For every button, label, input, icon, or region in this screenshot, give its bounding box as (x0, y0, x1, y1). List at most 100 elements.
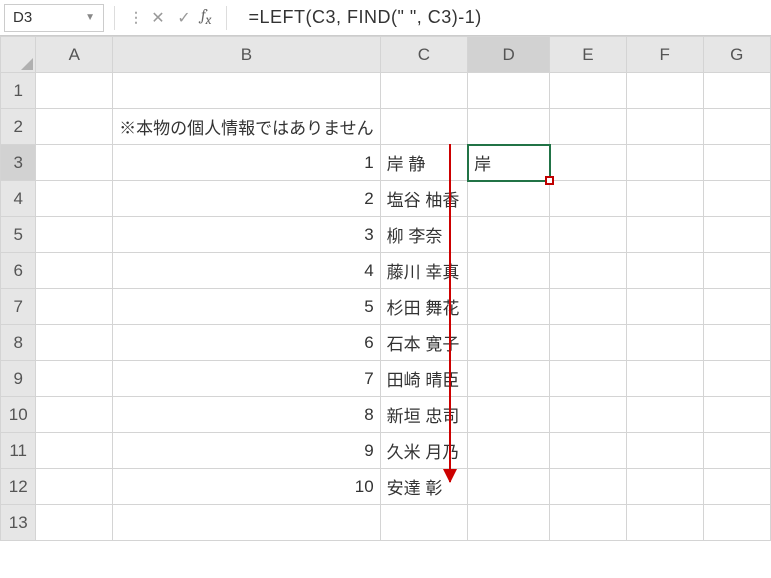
cell[interactable] (703, 109, 770, 145)
cell[interactable] (380, 505, 467, 541)
cell[interactable]: 3 (113, 217, 381, 253)
cell[interactable] (550, 109, 627, 145)
cell[interactable] (550, 73, 627, 109)
row-head[interactable]: 4 (1, 181, 36, 217)
cell[interactable] (550, 397, 627, 433)
cell[interactable]: 2 (113, 181, 381, 217)
cell[interactable] (36, 73, 113, 109)
col-head-C[interactable]: C (380, 37, 467, 73)
cell[interactable]: 柳 李奈 (380, 217, 467, 253)
select-all-corner[interactable] (1, 37, 36, 73)
name-box[interactable]: D3 ▼ (4, 4, 104, 32)
cell[interactable] (468, 469, 550, 505)
cell[interactable] (468, 325, 550, 361)
row-head[interactable]: 2 (1, 109, 36, 145)
row-head[interactable]: 13 (1, 505, 36, 541)
col-head-G[interactable]: G (703, 37, 770, 73)
col-head-B[interactable]: B (113, 37, 381, 73)
cell[interactable] (113, 505, 381, 541)
cell[interactable]: 田崎 晴臣 (380, 361, 467, 397)
cell[interactable] (36, 109, 113, 145)
cell[interactable] (550, 145, 627, 181)
cell[interactable]: 久米 月乃 (380, 433, 467, 469)
cell[interactable] (380, 109, 467, 145)
cell[interactable] (550, 469, 627, 505)
check-icon[interactable]: ✓ (171, 8, 197, 28)
cell[interactable] (550, 505, 627, 541)
cell[interactable]: 岸 静 (380, 145, 467, 181)
cell[interactable] (36, 217, 113, 253)
col-head-A[interactable]: A (36, 37, 113, 73)
row-head[interactable]: 7 (1, 289, 36, 325)
cell[interactable] (468, 505, 550, 541)
cell[interactable] (113, 73, 381, 109)
formula-input[interactable] (237, 4, 768, 32)
cell[interactable] (550, 289, 627, 325)
cell[interactable]: 5 (113, 289, 381, 325)
cell[interactable] (36, 433, 113, 469)
cell[interactable]: 10 (113, 469, 381, 505)
cell[interactable] (626, 325, 703, 361)
cell[interactable] (703, 217, 770, 253)
cell[interactable] (703, 325, 770, 361)
cell[interactable] (468, 73, 550, 109)
cell[interactable] (626, 109, 703, 145)
cell[interactable] (626, 253, 703, 289)
cell[interactable]: 1 (113, 145, 381, 181)
cell[interactable] (703, 397, 770, 433)
cell[interactable] (550, 325, 627, 361)
cell[interactable] (550, 433, 627, 469)
cell[interactable]: 新垣 忠司 (380, 397, 467, 433)
cell[interactable] (36, 325, 113, 361)
cell[interactable]: 石本 寛子 (380, 325, 467, 361)
cell[interactable] (550, 253, 627, 289)
cell[interactable] (550, 181, 627, 217)
cell[interactable] (468, 361, 550, 397)
cell[interactable] (703, 433, 770, 469)
row-head[interactable]: 10 (1, 397, 36, 433)
cell[interactable] (468, 109, 550, 145)
fill-handle[interactable] (545, 176, 554, 185)
cell[interactable]: 塩谷 柚香 (380, 181, 467, 217)
col-head-E[interactable]: E (550, 37, 627, 73)
row-head[interactable]: 8 (1, 325, 36, 361)
cell[interactable] (703, 361, 770, 397)
cell[interactable] (703, 145, 770, 181)
drag-handle-icon[interactable]: ⋮ (129, 9, 141, 26)
chevron-down-icon[interactable]: ▼ (85, 12, 95, 23)
cell[interactable] (626, 289, 703, 325)
cell[interactable] (626, 145, 703, 181)
cell[interactable] (703, 253, 770, 289)
cell[interactable] (36, 469, 113, 505)
cell[interactable] (468, 253, 550, 289)
cell[interactable] (468, 433, 550, 469)
cell[interactable] (36, 505, 113, 541)
cell[interactable]: 藤川 幸真 (380, 253, 467, 289)
row-head[interactable]: 1 (1, 73, 36, 109)
col-head-F[interactable]: F (626, 37, 703, 73)
active-cell[interactable]: 岸 (468, 145, 550, 181)
cell[interactable] (626, 469, 703, 505)
cell[interactable] (626, 73, 703, 109)
col-head-D[interactable]: D (468, 37, 550, 73)
row-head[interactable]: 5 (1, 217, 36, 253)
cell[interactable] (468, 181, 550, 217)
cancel-icon[interactable]: ✕ (145, 8, 171, 28)
cell[interactable]: 4 (113, 253, 381, 289)
cell[interactable] (626, 505, 703, 541)
cell[interactable] (703, 505, 770, 541)
cell[interactable] (703, 289, 770, 325)
cell[interactable] (36, 181, 113, 217)
cell[interactable]: 8 (113, 397, 381, 433)
cell[interactable]: 6 (113, 325, 381, 361)
row-head[interactable]: 11 (1, 433, 36, 469)
cell[interactable]: 杉田 舞花 (380, 289, 467, 325)
fx-icon[interactable]: fx (201, 6, 212, 28)
cell[interactable] (550, 361, 627, 397)
row-head[interactable]: 6 (1, 253, 36, 289)
cell[interactable] (626, 217, 703, 253)
cell[interactable] (36, 145, 113, 181)
cell[interactable] (626, 397, 703, 433)
cell[interactable] (36, 289, 113, 325)
cell[interactable] (550, 217, 627, 253)
